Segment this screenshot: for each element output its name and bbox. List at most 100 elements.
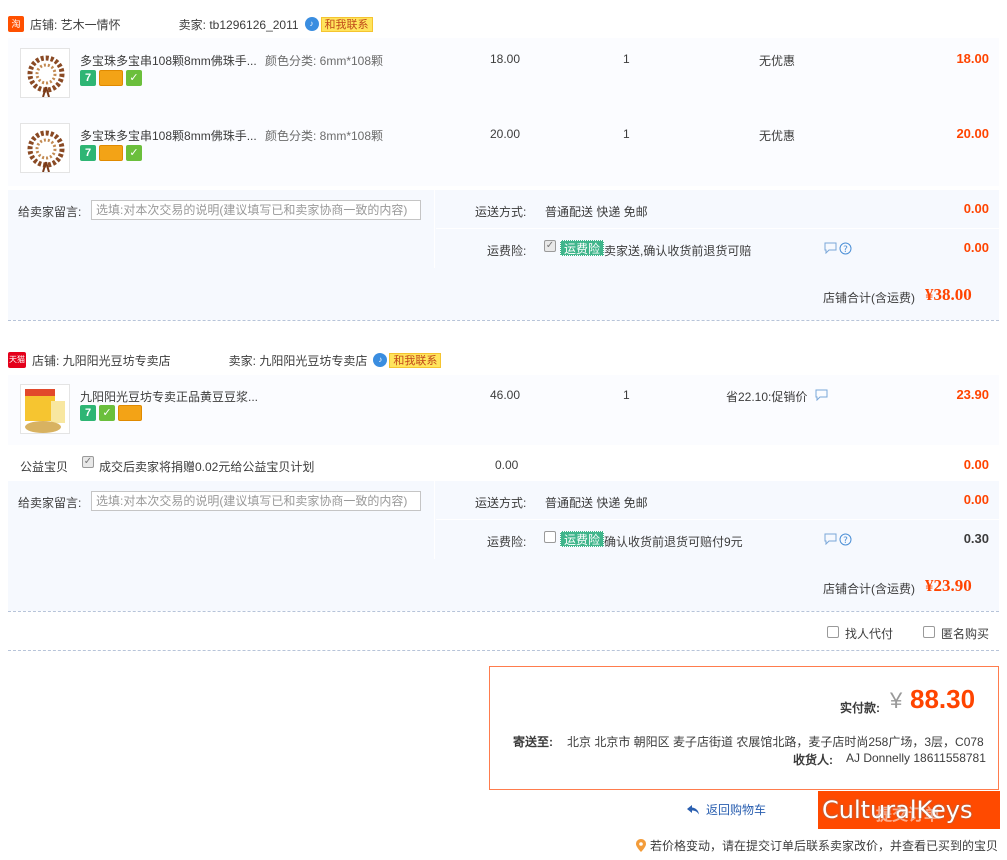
watermark: CulturalKeys [786, 796, 973, 824]
comment-icon[interactable] [815, 389, 828, 401]
product-title[interactable]: 九阳阳光豆坊专卖正品黄豆豆浆... [80, 388, 258, 405]
comment-icon [824, 242, 837, 254]
proxy-pay-label[interactable]: 找人代付 [845, 625, 893, 642]
receiver-label: 收货人: [793, 753, 833, 767]
currency-symbol: ¥ [890, 688, 903, 713]
contact-label: 和我联系 [389, 352, 442, 368]
pay-label: 实付款: [840, 701, 880, 715]
proxy-pay-checkbox[interactable] [827, 626, 839, 638]
pay-amount: 88.30 [910, 684, 976, 714]
tmall-shop-icon: 天猫 [8, 352, 26, 368]
guarantee-icon: ✓ [126, 145, 142, 161]
anonymous-checkbox[interactable] [923, 626, 935, 638]
shop1-name[interactable]: 店铺: 艺木一情怀 [30, 16, 121, 33]
quantity: 1 [623, 127, 630, 141]
insurance-fee: 0.00 [963, 240, 989, 255]
promo-price: 省22.10:促销价 [726, 390, 808, 404]
guarantee-icon: ✓ [99, 405, 115, 421]
anonymous-label[interactable]: 匿名购买 [941, 625, 989, 642]
shop-total-label: 店铺合计(含运费) [823, 582, 915, 596]
shop-total: ¥23.90 [925, 576, 972, 595]
note-label: 给卖家留言: [18, 205, 82, 219]
shop2-seller[interactable]: 卖家: 九阳阳光豆坊专卖店 [229, 352, 368, 369]
shipping-label: 运送方式: [475, 205, 527, 219]
product-sku: 颜色分类: 6mm*108颗 [265, 54, 384, 68]
product-thumbnail[interactable] [20, 123, 70, 173]
help-icon: ? [839, 533, 852, 546]
bead-bracelet-image [21, 124, 69, 172]
charity-price: 0.00 [495, 458, 519, 472]
note-label: 给卖家留言: [18, 496, 82, 510]
product-title[interactable]: 多宝珠多宝串108颗8mm佛珠手... [80, 127, 257, 144]
charity-label: 公益宝贝 [20, 460, 69, 474]
back-to-cart-label: 返回购物车 [706, 803, 767, 817]
item-subtotal: 23.90 [956, 387, 989, 402]
taobao-shop-icon: 淘 [8, 16, 24, 32]
insurance-help[interactable]: ? [824, 533, 852, 546]
address-label: 寄送至: [513, 735, 553, 749]
service-icons: 7 ✓ [80, 70, 142, 86]
product-sku: 颜色分类: 8mm*108颗 [265, 129, 384, 143]
seven-day-return-icon: 7 [80, 145, 96, 161]
guarantee-icon: ✓ [126, 70, 142, 86]
location-pin-icon [636, 839, 646, 852]
insurance-tag: 运费险 [560, 531, 605, 547]
chat-icon: ♪ [373, 353, 388, 367]
row-divider [436, 228, 999, 229]
back-arrow-icon [687, 804, 699, 814]
insurance-checkbox[interactable]: ✓ [544, 240, 556, 252]
product-title[interactable]: 多宝珠多宝串108颗8mm佛珠手... [80, 52, 257, 69]
comment-icon [824, 533, 837, 545]
column-divider [434, 481, 435, 559]
help-icon: ? [839, 242, 852, 255]
seven-day-return-icon: 7 [80, 70, 96, 86]
shipping-method: 普通配送 快递 免邮 [545, 205, 648, 219]
shop-total: ¥38.00 [925, 285, 972, 304]
shop2-name[interactable]: 店铺: 九阳阳光豆坊专卖店 [32, 352, 171, 369]
charity-subtotal: 0.00 [963, 457, 989, 472]
discount: 无优惠 [759, 129, 796, 143]
charity-text: 成交后卖家将捐赠0.02元给公益宝贝计划 [99, 460, 315, 474]
unit-price: 20.00 [490, 127, 521, 141]
shop2-header: 天猫 店铺: 九阳阳光豆坊专卖店 卖家: 九阳阳光豆坊专卖店 ♪ 和我联系 [8, 346, 442, 374]
unit-price: 46.00 [490, 388, 521, 402]
bead-bracelet-image [21, 49, 69, 97]
insurance-label: 运费险: [487, 535, 527, 549]
soybean-pack-image [21, 385, 69, 433]
seller-note-input[interactable]: 选填:对本次交易的说明(建议填写已和卖家协商一致的内容) [91, 200, 421, 220]
insurance-help[interactable]: ? [824, 242, 852, 255]
back-to-cart-link[interactable]: 返回购物车 [686, 801, 766, 818]
contact-seller-button[interactable]: ♪ 和我联系 [304, 16, 373, 32]
insurance-text: 确认收货前退货可赔付9元 [604, 535, 743, 549]
shipping-fee: 0.00 [963, 201, 989, 216]
shipping-address: 北京 北京市 朝阳区 麦子店街道 农展馆北路，麦子店时尚258广场，3层，C07… [567, 735, 984, 749]
unit-price: 18.00 [490, 52, 521, 66]
insurance-checkbox[interactable] [544, 531, 556, 543]
order-item-row [8, 38, 999, 112]
discount: 无优惠 [759, 54, 796, 68]
shipping-fee: 0.00 [963, 492, 989, 507]
shop1-seller[interactable]: 卖家: tb1296126_2011 [179, 16, 299, 33]
service-icons: 7 ✓ [80, 145, 142, 161]
seller-note-input[interactable]: 选填:对本次交易的说明(建议填写已和卖家协商一致的内容) [91, 491, 421, 511]
quantity: 1 [623, 52, 630, 66]
product-thumbnail[interactable] [20, 48, 70, 98]
shipping-label: 运送方式: [475, 496, 527, 510]
chat-icon: ♪ [304, 17, 319, 31]
product-thumbnail[interactable] [20, 384, 70, 434]
credit-card-icon [118, 405, 142, 421]
charity-checkbox[interactable]: ✓ [82, 456, 94, 468]
price-change-hint: 若价格变动，请在提交订单后联系卖家改价，并查看已买到的宝贝 [636, 837, 998, 854]
contact-seller-button[interactable]: ♪ 和我联系 [373, 352, 442, 368]
section-divider [8, 320, 999, 321]
quantity: 1 [623, 388, 630, 402]
wechat-icon [786, 799, 815, 821]
watermark-text: CulturalKeys [822, 796, 973, 824]
insurance-tag: 运费险 [560, 240, 605, 256]
section-divider [8, 611, 999, 612]
column-divider [434, 190, 435, 268]
credit-card-icon [99, 145, 123, 161]
seven-day-return-icon: 7 [80, 405, 96, 421]
shipping-method: 普通配送 快递 免邮 [545, 496, 648, 510]
shop1-header: 淘 店铺: 艺木一情怀 卖家: tb1296126_2011 ♪ 和我联系 [8, 10, 373, 38]
